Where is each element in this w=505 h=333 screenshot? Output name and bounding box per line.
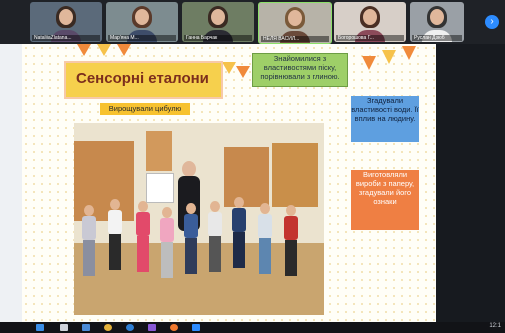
clock: 12:1: [489, 323, 501, 329]
participant-name: Богорошова Г...: [336, 35, 404, 41]
participant-name: НЕЛЯ ВАСИЛ...: [261, 36, 329, 42]
participant-tile[interactable]: Мар'яна М...: [106, 2, 178, 42]
mail-icon[interactable]: [82, 324, 90, 331]
orange-note: Виготовляли вироби з паперу, згадували й…: [351, 170, 419, 230]
participant-tile[interactable]: НЕЛЯ ВАСИЛ...: [258, 2, 332, 44]
participant-name: NataliiaZlatana...: [32, 35, 100, 41]
zoom-icon[interactable]: [192, 324, 200, 331]
slide-title: Сенсорні еталони: [66, 63, 221, 97]
task-view-icon[interactable]: [60, 324, 68, 331]
app-icon[interactable]: [148, 324, 156, 331]
side-panel: [0, 44, 22, 322]
participant-name: Мар'яна М...: [108, 35, 176, 41]
windows-start-icon[interactable]: [36, 324, 44, 331]
participant-tile[interactable]: NataliiaZlatana...: [30, 2, 102, 42]
participant-tile[interactable]: Руслан Дзюб: [410, 2, 464, 42]
group-photo: [74, 123, 324, 315]
participant-strip: NataliiaZlatana... Мар'яна М... Ганна Ба…: [0, 0, 505, 44]
onion-label: Вирощували цибулю: [100, 103, 190, 115]
shared-slide: Сенсорні еталони Знайомилися з властивос…: [22, 44, 436, 322]
firefox-icon[interactable]: [170, 324, 178, 331]
green-note: Знайомилися з властивостями піску, порів…: [252, 53, 348, 87]
next-participants-icon[interactable]: ›: [485, 15, 499, 29]
taskbar: 12:1: [0, 322, 505, 333]
participant-name: Ганна Барчак: [184, 35, 252, 41]
participant-name: Руслан Дзюб: [412, 35, 462, 41]
chrome-icon[interactable]: [104, 324, 112, 331]
participant-tile[interactable]: Ганна Барчак: [182, 2, 254, 42]
blue-note: Згадували властивості води. Її вплив на …: [351, 96, 419, 142]
edge-icon[interactable]: [126, 324, 134, 331]
participant-tile[interactable]: Богорошова Г...: [334, 2, 406, 42]
slide-title-text: Сенсорні еталони: [76, 70, 209, 87]
